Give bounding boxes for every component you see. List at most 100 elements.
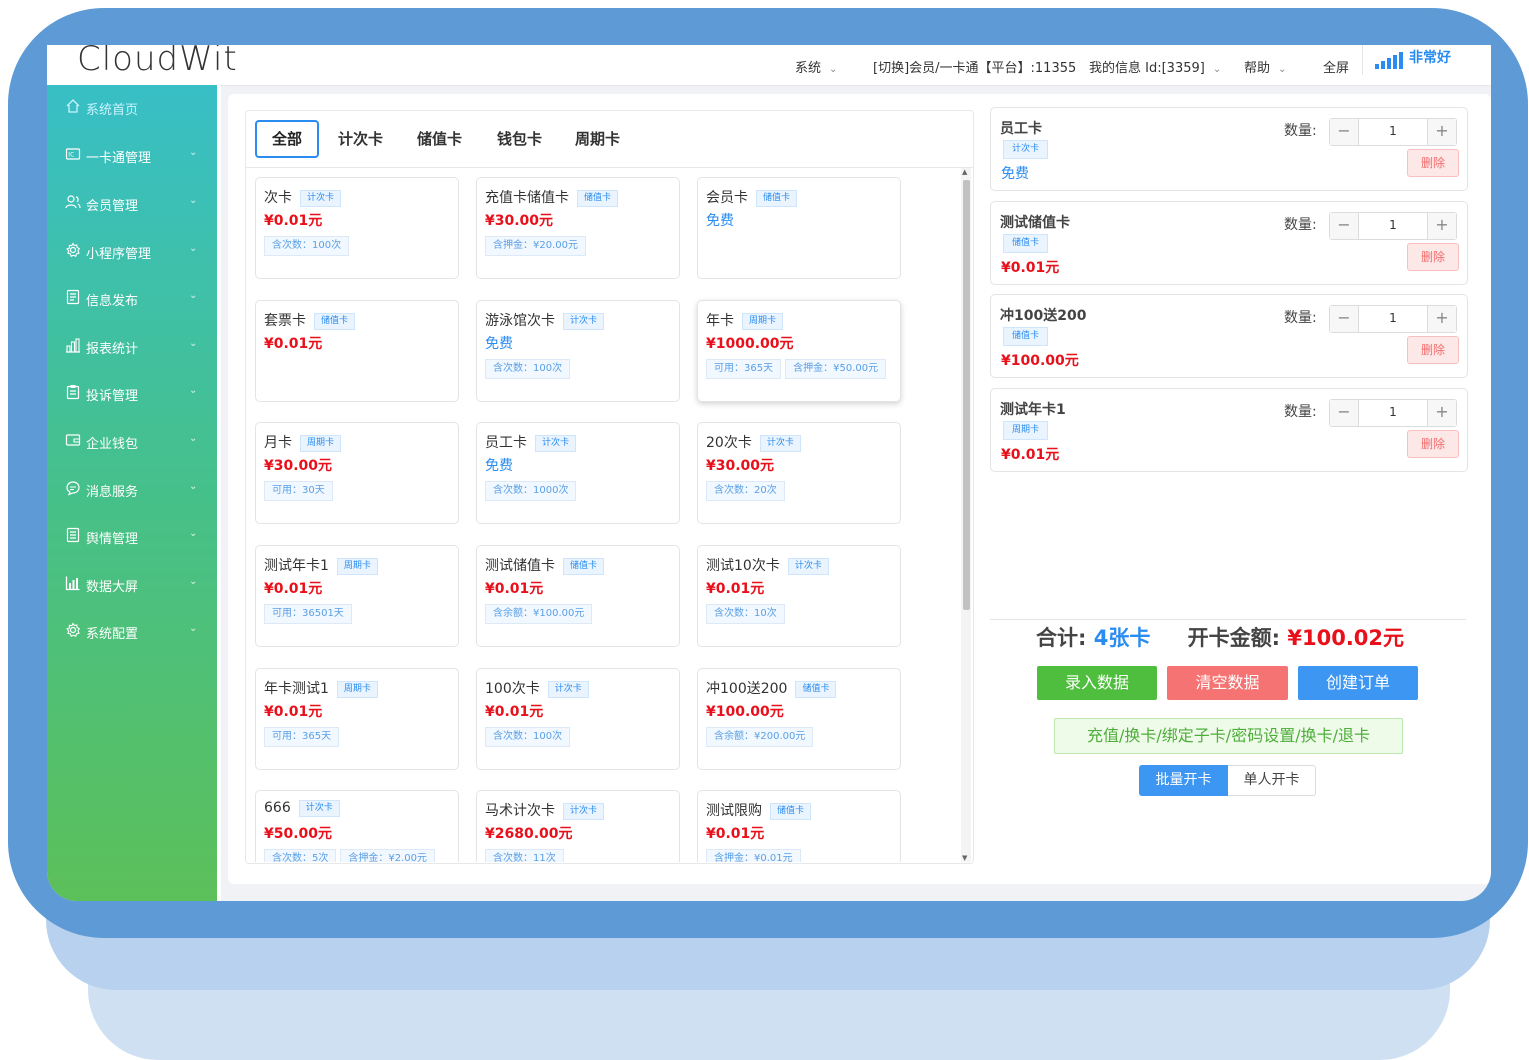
increment-button[interactable]: + (1427, 119, 1456, 145)
decrement-button[interactable]: − (1330, 400, 1359, 426)
quantity-input[interactable]: 1 (1358, 218, 1428, 232)
increment-button[interactable]: + (1427, 400, 1456, 426)
quantity-label: 数量: (1284, 310, 1317, 326)
card-item[interactable]: 测试限购 储值卡 ¥0.01元 含押金：¥0.01元 (697, 790, 901, 862)
card-item[interactable]: 员工卡 计次卡 免费 含次数：1000次 (476, 422, 680, 524)
card-item[interactable]: 充值卡储值卡 储值卡 ¥30.00元 含押金：¥20.00元 (476, 177, 680, 279)
increment-button[interactable]: + (1427, 213, 1456, 239)
home-icon (66, 99, 80, 113)
sidebar-item-label: 舆情管理 (86, 532, 139, 547)
nav-switch-platform[interactable]: [切换]会员/一卡通【平台】:11355 (873, 57, 1076, 76)
cart-item-name: 员工卡 (1000, 121, 1042, 137)
app-logo[interactable]: CloudWit (77, 45, 238, 79)
cart-item-tag: 储值卡 (1003, 327, 1049, 346)
quantity-input[interactable]: 1 (1358, 311, 1428, 325)
enter-data-button[interactable]: 录入数据 (1037, 666, 1157, 700)
delete-button[interactable]: 删除 (1407, 243, 1459, 271)
nav-fullscreen[interactable]: 全屏 (1323, 57, 1349, 76)
card-item[interactable]: 月卡 周期卡 ¥30.00元 可用：30天 (255, 422, 459, 524)
card-item[interactable]: 测试储值卡 储值卡 ¥0.01元 含余额：¥100.00元 (476, 545, 680, 647)
sidebar-item-info-publish[interactable]: 信息发布 ⌄ (47, 279, 217, 319)
card-price: ¥1000.00元 (706, 336, 794, 352)
card-item[interactable]: 666 计次卡 ¥50.00元 含次数：5次 含押金：¥2.00元 (255, 790, 459, 862)
quantity-label: 数量: (1284, 123, 1317, 139)
card-item[interactable]: 游泳馆次卡 计次卡 免费 含次数：100次 (476, 300, 680, 402)
single-open-toggle[interactable]: 单人开卡 (1228, 765, 1316, 796)
sidebar-item-complaints[interactable]: 投诉管理 ⌄ (47, 374, 217, 414)
card-item[interactable]: 测试10次卡 计次卡 ¥0.01元 含次数：10次 (697, 545, 901, 647)
bar-chart-icon (66, 338, 80, 353)
tab-all[interactable]: 全部 (255, 120, 319, 158)
tab-stored-value-card[interactable]: 储值卡 (417, 128, 462, 149)
quantity-input[interactable]: 1 (1358, 405, 1428, 419)
nav-help[interactable]: 帮助 ⌄ (1244, 57, 1286, 76)
create-order-button[interactable]: 创建订单 (1298, 666, 1418, 700)
delete-button[interactable]: 删除 (1407, 336, 1459, 364)
clear-data-button[interactable]: 清空数据 (1167, 666, 1288, 700)
decrement-button[interactable]: − (1330, 306, 1359, 332)
card-meta: 可用：365天 (264, 727, 340, 747)
delete-button[interactable]: 删除 (1407, 430, 1459, 458)
recharge-manage-button[interactable]: 充值/换卡/绑定子卡/密码设置/换卡/退卡 (1054, 718, 1403, 754)
card-grid-scrollbar[interactable]: ▲ ▼ (961, 168, 971, 862)
card-item[interactable]: 会员卡 储值卡 免费 (697, 177, 901, 279)
card-item[interactable]: 100次卡 计次卡 ¥0.01元 含次数：100次 (476, 668, 680, 770)
top-header: CloudWit 系统 ⌄ [切换]会员/一卡通【平台】:11355 我的信息 I… (47, 45, 1491, 86)
cart-item: 测试储值卡 储值卡 ¥0.01元 数量: − 1 + 删除 (990, 201, 1468, 285)
nav-my-info[interactable]: 我的信息 Id:[3359] ⌄ (1089, 57, 1221, 76)
scroll-down-icon[interactable]: ▼ (962, 854, 967, 862)
settings-icon (66, 622, 81, 638)
chevron-down-icon: ⌄ (189, 576, 198, 587)
card-item[interactable]: 马术计次卡 计次卡 ¥2680.00元 含次数：11次 (476, 790, 680, 862)
sidebar-item-miniprogram[interactable]: 小程序管理 ⌄ (47, 232, 217, 272)
card-item[interactable]: 年卡测试1 周期卡 ¥0.01元 可用：365天 (255, 668, 459, 770)
chevron-down-icon: ⌄ (189, 481, 198, 492)
card-item[interactable]: 20次卡 计次卡 ¥30.00元 含次数：20次 (697, 422, 901, 524)
network-status: 非常好 (1362, 45, 1451, 75)
quantity-input[interactable]: 1 (1358, 124, 1428, 138)
scroll-up-icon[interactable]: ▲ (962, 168, 967, 176)
sidebar-item-reports[interactable]: 报表统计 ⌄ (47, 327, 217, 367)
tab-wallet-card[interactable]: 钱包卡 (497, 128, 542, 149)
card-meta: 含次数：5次 (264, 849, 337, 862)
nav-label: 系统 (795, 61, 822, 76)
cart-item-tag: 周期卡 (1003, 421, 1049, 440)
card-item[interactable]: 年卡 周期卡 ¥1000.00元 可用：365天 含押金：¥50.00元 (697, 300, 901, 402)
card-type-tag: 储值卡 (770, 803, 812, 820)
delete-button[interactable]: 删除 (1407, 149, 1459, 177)
sidebar-item-data-screen[interactable]: 数据大屏 ⌄ (47, 565, 217, 605)
sidebar-item-opinion[interactable]: 舆情管理 ⌄ (47, 517, 217, 557)
cart-item-price: ¥100.00元 (1001, 353, 1079, 369)
sidebar-item-label: 系统配置 (86, 627, 139, 642)
sidebar-item-wallet[interactable]: 企业钱包 ⌄ (47, 422, 217, 462)
tab-period-card[interactable]: 周期卡 (575, 128, 620, 149)
sidebar-item-home[interactable]: 系统首页 (47, 88, 217, 128)
card-item[interactable]: 测试年卡1 周期卡 ¥0.01元 可用：36501天 (255, 545, 459, 647)
sidebar-item-card-management[interactable]: IC 一卡通管理 ⌄ (47, 136, 217, 176)
card-name: 月卡 (264, 435, 292, 451)
card-item[interactable]: 冲100送200 储值卡 ¥100.00元 含余额：¥200.00元 (697, 668, 901, 770)
chevron-down-icon: ⌄ (1278, 64, 1287, 75)
sidebar-item-member-management[interactable]: 会员管理 ⌄ (47, 184, 217, 224)
decrement-button[interactable]: − (1330, 119, 1359, 145)
card-item[interactable]: 套票卡 储值卡 ¥0.01元 (255, 300, 459, 402)
nav-system[interactable]: 系统 ⌄ (795, 57, 837, 76)
card-name: 马术计次卡 (485, 803, 555, 819)
cart-item: 测试年卡1 周期卡 ¥0.01元 数量: − 1 + 删除 (990, 388, 1468, 472)
card-price: ¥50.00元 (264, 826, 333, 842)
order-summary: 合计: 4张卡 开卡金额: ¥100.02元 (1036, 622, 1404, 652)
sidebar-item-system-config[interactable]: 系统配置 ⌄ (47, 612, 217, 652)
scrollbar-thumb[interactable] (963, 180, 970, 610)
list-icon (66, 527, 80, 543)
card-item[interactable]: 次卡 计次卡 ¥0.01元 含次数：100次 (255, 177, 459, 279)
sidebar-item-messages[interactable]: 消息服务 ⌄ (47, 470, 217, 510)
nav-label: 全屏 (1323, 61, 1350, 76)
decrement-button[interactable]: − (1330, 213, 1359, 239)
tab-count-card[interactable]: 计次卡 (338, 128, 383, 149)
increment-button[interactable]: + (1427, 306, 1456, 332)
cart-item-tag: 计次卡 (1003, 140, 1049, 159)
chevron-down-icon: ⌄ (189, 385, 198, 396)
nav-label: 我的信息 Id:[3359] (1089, 61, 1205, 76)
batch-open-toggle[interactable]: 批量开卡 (1139, 765, 1228, 796)
card-name: 套票卡 (264, 313, 306, 329)
